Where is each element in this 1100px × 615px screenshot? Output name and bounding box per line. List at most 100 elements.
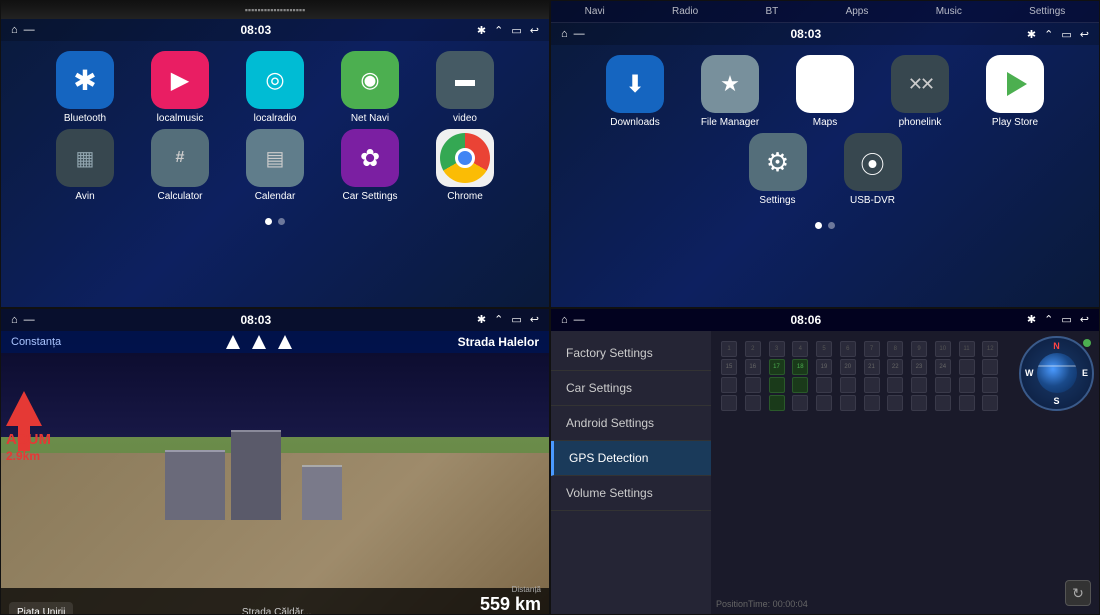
- gps-grid-cell: [721, 377, 737, 393]
- video-icon: ▬: [436, 51, 494, 109]
- gps-arrow-up2: [278, 335, 292, 349]
- home-icon-tr[interactable]: ⌂: [561, 28, 568, 40]
- signal-dot: [1083, 339, 1091, 347]
- app-filemanager[interactable]: ★ File Manager: [693, 55, 768, 128]
- usbdvr-icon: ⦿: [844, 133, 902, 191]
- app-netnavi[interactable]: ◉ Net Navi: [333, 51, 408, 124]
- maps-icon: 🗺: [796, 55, 854, 113]
- bt-icon-tr: ✱: [1027, 28, 1036, 41]
- localradio-icon: ◎: [246, 51, 304, 109]
- bluetooth-label: Bluetooth: [64, 113, 106, 124]
- gps-arrows: [226, 335, 292, 349]
- gps-grid-cell: [769, 377, 785, 393]
- back-icon-tr[interactable]: ↩: [1080, 28, 1089, 41]
- app-calendar[interactable]: ▤ Calendar: [238, 129, 313, 202]
- home-icon-bl[interactable]: ⌂: [11, 314, 18, 326]
- gps-grid-cell: [864, 377, 880, 393]
- app-localmusic[interactable]: ▶ localmusic: [143, 51, 218, 124]
- app-bluetooth[interactable]: ✱ Bluetooth: [48, 51, 123, 124]
- app-phonelink[interactable]: ✕✕ phonelink: [883, 55, 958, 128]
- settings-label: Settings: [759, 195, 795, 206]
- settings-volume[interactable]: Volume Settings: [551, 476, 711, 511]
- gps-grid-cell: 10: [935, 341, 951, 357]
- nav-settings[interactable]: Settings: [1021, 4, 1073, 19]
- gps-place-label: Piața Unirii: [9, 602, 73, 615]
- app-carsettings[interactable]: ✿ Car Settings: [333, 129, 408, 202]
- compass-wrapper: N S E W: [1019, 336, 1094, 411]
- home-icon-tl[interactable]: ⌂: [11, 24, 18, 36]
- phonelink-label: phonelink: [899, 117, 942, 128]
- nav-bt[interactable]: BT: [757, 4, 786, 19]
- gps-grid-cell: [816, 395, 832, 411]
- nav-music[interactable]: Music: [928, 4, 970, 19]
- app-playstore[interactable]: Play Store: [978, 55, 1053, 128]
- bt-icon-tl: ✱: [477, 24, 486, 37]
- gps-grid-cell: [721, 395, 737, 411]
- gps-grid-cell: [982, 395, 998, 411]
- carsettings-label: Car Settings: [342, 191, 397, 202]
- chrome-label: Chrome: [447, 191, 483, 202]
- gps-grid-cell: [745, 395, 761, 411]
- nav-apps[interactable]: Apps: [838, 4, 877, 19]
- screen-icon-br: ▭: [1061, 313, 1071, 326]
- app-chrome[interactable]: Chrome: [428, 129, 503, 202]
- video-label: video: [453, 113, 477, 124]
- gps-street-label: Strada Halelor: [458, 335, 539, 349]
- dot-2-tl: [278, 218, 285, 225]
- calculator-label: Calculator: [157, 191, 202, 202]
- time-tl: 08:03: [240, 23, 271, 37]
- app-maps[interactable]: 🗺 Maps: [788, 55, 863, 128]
- signal-icon-bl: ⌃: [494, 313, 503, 326]
- app-row-2-1: ⬇ Downloads ★ File Manager 🗺 Maps: [571, 55, 1079, 128]
- app-avin[interactable]: ▦ Avin: [48, 129, 123, 202]
- signal-icon-br: ⌃: [1044, 313, 1053, 326]
- nav-radio[interactable]: Radio: [664, 4, 706, 19]
- nav-navi[interactable]: Navi: [577, 4, 613, 19]
- settings-main-content: 12345678910111215161718192021222324 N S …: [711, 331, 1099, 615]
- gps-grid-cell: [982, 359, 998, 375]
- settings-android[interactable]: Android Settings: [551, 406, 711, 441]
- gps-grid-cell: 8: [887, 341, 903, 357]
- compass-circle: N S E W: [1019, 336, 1094, 411]
- app-usbdvr[interactable]: ⦿ USB-DVR: [835, 133, 910, 206]
- gps-grid-cell: 12: [982, 341, 998, 357]
- gps-info-box: Distanță 559 km Timp rămas 7:55: [480, 585, 541, 615]
- gps-building-2: [231, 430, 281, 520]
- app-grid-2: ⬇ Downloads ★ File Manager 🗺 Maps: [551, 45, 1099, 216]
- compass-west: W: [1025, 368, 1034, 378]
- gps-grid-cell: 18: [792, 359, 808, 375]
- gps-grid-cell: 23: [911, 359, 927, 375]
- bt-icon-bl: ✱: [477, 313, 486, 326]
- usbdvr-label: USB-DVR: [850, 195, 895, 206]
- gps-grid-cell: [959, 377, 975, 393]
- home-icon-br[interactable]: ⌂: [561, 314, 568, 326]
- carsettings-icon: ✿: [341, 129, 399, 187]
- gps-grid-cell: [935, 395, 951, 411]
- app-localradio[interactable]: ◎ localradio: [238, 51, 313, 124]
- gps-building-3: [302, 465, 342, 520]
- dot-1-tr: [815, 222, 822, 229]
- app-calculator[interactable]: # Calculator: [143, 129, 218, 202]
- settings-gps[interactable]: GPS Detection: [551, 441, 711, 476]
- gps-grid-cell: 3: [769, 341, 785, 357]
- bluetooth-icon: ✱: [56, 51, 114, 109]
- chrome-icon-inner: [440, 133, 490, 183]
- back-icon-bl[interactable]: ↩: [530, 313, 539, 326]
- app-row-1-2: ▦ Avin # Calculator ▤ Calendar: [21, 129, 529, 202]
- back-icon-tl[interactable]: ↩: [530, 24, 539, 37]
- status-bar-bl: ⌂ — 08:03 ✱ ⌃ ▭ ↩: [1, 309, 549, 331]
- app-settings[interactable]: ⚙ Settings: [740, 133, 815, 206]
- screen-icon-tl: ▭: [511, 24, 521, 37]
- calculator-icon: #: [151, 129, 209, 187]
- status-bar-tl: ⌂ — 08:03 ✱ ⌃ ▭ ↩: [1, 19, 549, 41]
- settings-factory[interactable]: Factory Settings: [551, 336, 711, 371]
- refresh-button[interactable]: ↻: [1065, 580, 1091, 606]
- settings-car[interactable]: Car Settings: [551, 371, 711, 406]
- gps-distance-label: Distanță: [512, 585, 541, 594]
- gps-grid-cell: [935, 377, 951, 393]
- app-downloads[interactable]: ⬇ Downloads: [598, 55, 673, 128]
- back-icon-br[interactable]: ↩: [1080, 313, 1089, 326]
- header-strip-content: ▪▪▪▪▪▪▪▪▪▪▪▪▪▪▪▪▪▪▪: [245, 5, 306, 15]
- pagination-dots-tr: [551, 216, 1099, 235]
- app-video[interactable]: ▬ video: [428, 51, 503, 124]
